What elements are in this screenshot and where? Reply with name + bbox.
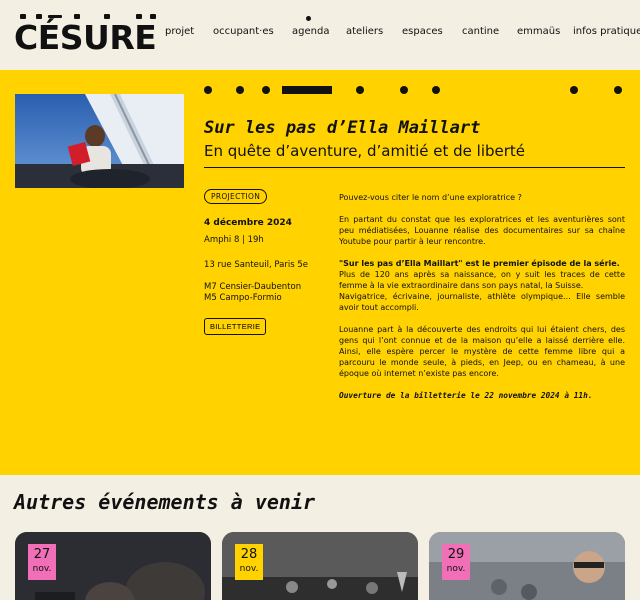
desc-paragraph: Pouvez-vous citer le nom d’une exploratr… [339, 193, 522, 202]
nav-ateliers[interactable]: ateliers [346, 26, 383, 37]
event-description: Pouvez-vous citer le nom d’une exploratr… [339, 192, 625, 412]
badge-month: nov. [446, 564, 466, 574]
event-title: Sur les pas d’Ella Maillart [204, 118, 481, 138]
badge-day: 28 [240, 547, 258, 562]
upcoming-heading: Autres événements à venir [14, 490, 316, 514]
title-divider [204, 167, 625, 168]
site-logo[interactable]: CÉSURE [14, 14, 157, 58]
nav-agenda[interactable]: agenda [292, 26, 329, 37]
category-tag[interactable]: PROJECTION [204, 189, 268, 204]
desc-paragraph: Plus de 120 ans après sa naissance, on y… [339, 270, 625, 290]
nav-espaces[interactable]: espaces [402, 26, 443, 37]
badge-day: 27 [33, 547, 51, 562]
desc-paragraph: Louanne part à la découverte des endroit… [339, 325, 625, 378]
nav-infos[interactable]: infos pratique [573, 26, 640, 37]
event-card[interactable]: 27 nov. [15, 532, 211, 600]
badge-day: 29 [447, 547, 465, 562]
event-card[interactable]: 29 nov. [429, 532, 625, 600]
badge-month: nov. [32, 564, 52, 574]
nav-active-dot [306, 16, 311, 21]
main-nav: projet occupant·es agenda ateliers espac… [165, 26, 640, 42]
nav-cantine[interactable]: cantine [462, 26, 499, 37]
nav-emmaus[interactable]: emmaüs [517, 26, 560, 37]
date-badge: 27 nov. [28, 544, 56, 580]
event-date: 4 décembre 2024 [204, 218, 292, 228]
event-address: 13 rue Santeuil, Paris 5e [204, 260, 308, 270]
event-metro-2: M5 Campo-Formio [204, 293, 282, 303]
desc-paragraph: En partant du constat que les exploratri… [339, 215, 625, 246]
desc-paragraph: Navigatrice, écrivaine, journaliste, ath… [339, 292, 625, 312]
nav-projet[interactable]: projet [165, 26, 194, 37]
site-header: CÉSURE projet occupant·es agenda atelier… [0, 0, 640, 70]
event-photo [15, 94, 184, 188]
event-metro-1: M7 Censier-Daubenton [204, 282, 302, 292]
date-badge: 29 nov. [442, 544, 470, 580]
event-card[interactable]: 28 nov. [222, 532, 418, 600]
badge-month: nov. [239, 564, 259, 574]
event-time: Amphi 8 | 19h [204, 235, 264, 245]
ticket-opening-note: Ouverture de la billetterie le 22 novemb… [339, 391, 593, 400]
event-hero: Sur les pas d’Ella Maillart En quête d’a… [0, 70, 640, 475]
nav-occupantes[interactable]: occupant·es [213, 26, 274, 37]
event-subtitle: En quête d’aventure, d’amitié et de libe… [204, 142, 526, 160]
date-badge: 28 nov. [235, 544, 263, 580]
desc-paragraph-bold: "Sur les pas d’Ella Maillart" est le pre… [339, 259, 620, 268]
logo-text: CÉSURE [14, 18, 157, 57]
decorative-dots [200, 84, 630, 96]
ticket-button[interactable]: BILLETTERIE [204, 318, 267, 335]
